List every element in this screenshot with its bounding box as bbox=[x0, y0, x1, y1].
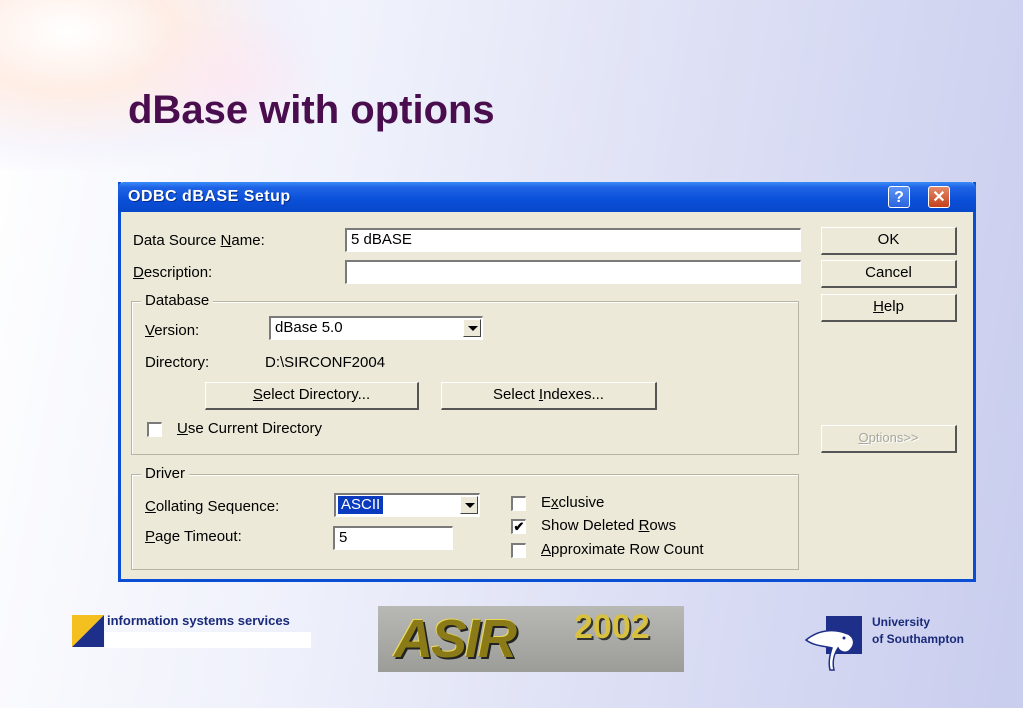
page-timeout-label: Page Timeout: bbox=[145, 528, 242, 545]
odbc-dbase-setup-dialog: ODBC dBASE Setup ? ✕ Data Source Name: 5… bbox=[118, 182, 976, 582]
select-directory-button[interactable]: Select Directory... bbox=[205, 382, 419, 410]
description-input[interactable] bbox=[345, 260, 801, 284]
ok-button[interactable]: OK bbox=[821, 227, 957, 255]
chevron-down-icon[interactable] bbox=[460, 496, 478, 514]
help-button[interactable]: Help bbox=[821, 294, 957, 322]
dolphin-emblem-icon bbox=[804, 616, 862, 671]
university-line-1: University bbox=[872, 615, 931, 629]
university-name: University of Southampton bbox=[872, 614, 964, 648]
exclusive-checkbox[interactable] bbox=[511, 496, 526, 511]
asir-2002-logo: ASIR 2002 bbox=[378, 606, 684, 672]
exclusive-label: Exclusive bbox=[541, 494, 605, 511]
collating-sequence-label: Collating Sequence: bbox=[145, 498, 280, 515]
approximate-row-count-checkbox[interactable] bbox=[511, 543, 526, 558]
slide-title: dBase with options bbox=[128, 88, 495, 132]
collating-sequence-value: ASCII bbox=[338, 496, 384, 514]
approximate-row-count-label: Approximate Row Count bbox=[541, 541, 704, 558]
iss-logo-icon bbox=[72, 615, 104, 647]
iss-logo-text: information systems services bbox=[107, 613, 290, 628]
page-timeout-input[interactable]: 5 bbox=[333, 526, 453, 550]
directory-value: D:\SIRCONF2004 bbox=[265, 354, 386, 371]
dialog-title: ODBC dBASE Setup bbox=[128, 188, 291, 205]
dialog-content: Data Source Name: 5 dBASE Description: D… bbox=[121, 212, 973, 579]
version-label: Version: bbox=[145, 322, 200, 339]
data-source-name-label: Data Source Name: bbox=[133, 232, 265, 249]
asir-logo-text: ASIR bbox=[394, 609, 517, 669]
close-icon[interactable]: ✕ bbox=[928, 186, 950, 208]
directory-label: Directory: bbox=[145, 354, 210, 371]
select-indexes-button[interactable]: Select Indexes... bbox=[441, 382, 657, 410]
collating-sequence-select[interactable]: ASCII bbox=[334, 493, 480, 517]
version-select[interactable]: dBase 5.0 bbox=[269, 316, 483, 340]
university-line-2: of Southampton bbox=[872, 632, 964, 646]
show-deleted-rows-checkbox[interactable]: ✔ bbox=[511, 519, 526, 534]
options-button[interactable]: Options>> bbox=[821, 425, 957, 453]
use-current-directory-checkbox[interactable] bbox=[147, 422, 162, 437]
university-of-southampton-logo: University of Southampton bbox=[804, 606, 994, 676]
help-question-icon[interactable]: ? bbox=[888, 186, 910, 208]
asir-logo-year: 2002 bbox=[574, 608, 650, 646]
iss-logo: information systems services bbox=[72, 612, 312, 650]
description-label: Description: bbox=[133, 264, 213, 281]
show-deleted-rows-label: Show Deleted Rows bbox=[541, 517, 677, 534]
use-current-directory-label: Use Current Directory bbox=[177, 420, 323, 437]
cancel-button[interactable]: Cancel bbox=[821, 260, 957, 288]
database-legend: Database bbox=[141, 292, 214, 309]
iss-logo-bar bbox=[105, 632, 311, 648]
dialog-titlebar[interactable]: ODBC dBASE Setup ? ✕ bbox=[118, 182, 976, 212]
driver-legend: Driver bbox=[141, 465, 189, 482]
version-value: dBase 5.0 bbox=[275, 319, 343, 336]
chevron-down-icon[interactable] bbox=[463, 319, 481, 337]
data-source-name-input[interactable]: 5 dBASE bbox=[345, 228, 801, 252]
